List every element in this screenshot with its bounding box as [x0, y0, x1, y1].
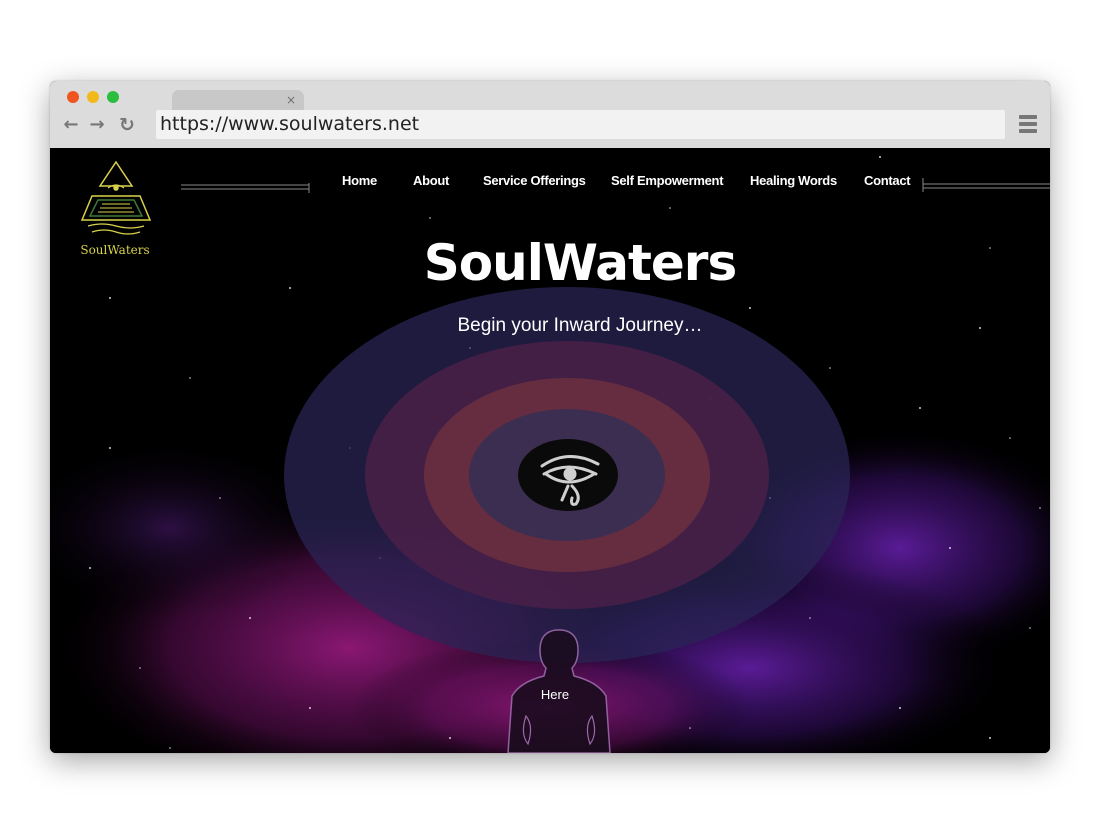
- browser-chrome: × ← → ↻ https://www.soulwaters.net: [50, 81, 1050, 148]
- figure-label[interactable]: Here: [520, 687, 590, 702]
- browser-tab[interactable]: ×: [172, 90, 304, 111]
- browser-window: × ← → ↻ https://www.soulwaters.net SoulW…: [50, 81, 1050, 753]
- page-viewport: SoulWaters Home About Service Offerings …: [50, 148, 1050, 753]
- nav-service-offerings[interactable]: Service Offerings: [483, 173, 586, 188]
- nav-home[interactable]: Home: [342, 173, 377, 188]
- nav-about[interactable]: About: [413, 173, 449, 188]
- browser-menu-icon[interactable]: [1019, 115, 1037, 135]
- hero-subtitle: Begin your Inward Journey…: [457, 315, 703, 336]
- close-window-button[interactable]: [67, 91, 79, 103]
- forward-arrow-icon[interactable]: →: [87, 115, 107, 135]
- tab-close-icon[interactable]: ×: [286, 92, 296, 108]
- nav-self-empowerment[interactable]: Self Empowerment: [611, 173, 724, 188]
- nav-divider-right: [922, 178, 1050, 192]
- address-bar[interactable]: https://www.soulwaters.net: [156, 110, 1005, 139]
- nav-healing-words[interactable]: Healing Words: [750, 173, 837, 188]
- nav-contact[interactable]: Contact: [864, 173, 911, 188]
- maximize-window-button[interactable]: [107, 91, 119, 103]
- logo-text: SoulWaters: [80, 243, 150, 257]
- screenshot-stage: × ← → ↻ https://www.soulwaters.net SoulW…: [0, 0, 1100, 817]
- reload-icon[interactable]: ↻: [117, 115, 137, 135]
- hero-title: SoulWaters: [423, 234, 737, 292]
- main-nav: Home About Service Offerings Self Empowe…: [50, 173, 1050, 191]
- back-arrow-icon[interactable]: ←: [61, 115, 81, 135]
- minimize-window-button[interactable]: [87, 91, 99, 103]
